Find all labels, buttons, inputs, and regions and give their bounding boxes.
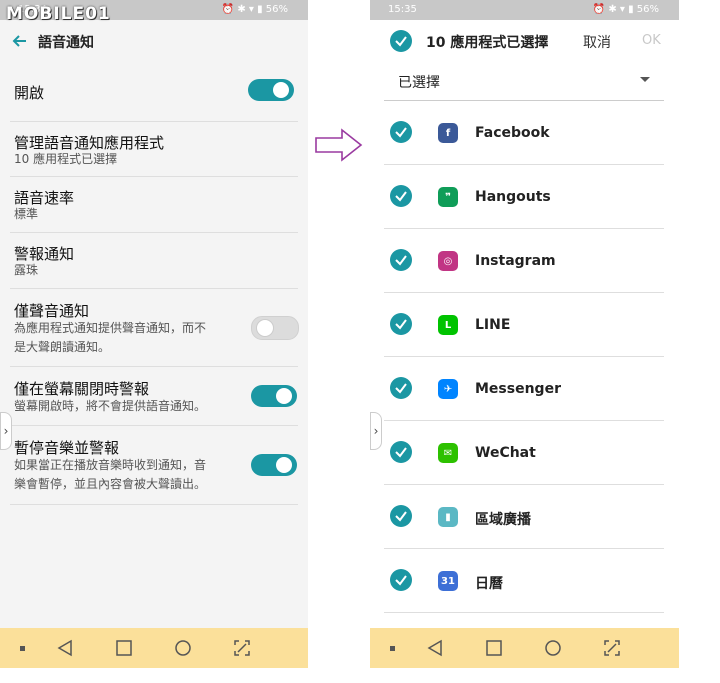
- instagram-icon: ◎: [438, 251, 458, 271]
- battery-level: 56%: [265, 4, 288, 15]
- back-arrow-icon[interactable]: [10, 31, 30, 51]
- back-icon[interactable]: [417, 628, 453, 668]
- filter-dropdown[interactable]: 已選擇: [384, 68, 664, 101]
- enable-label: 開啟: [14, 84, 45, 102]
- app-row[interactable]: ▮ 區域廣播: [384, 485, 664, 549]
- screenshot-icon[interactable]: [594, 628, 630, 668]
- enable-toggle[interactable]: [248, 79, 294, 101]
- app-name: LINE: [475, 317, 511, 333]
- app-name: Hangouts: [475, 189, 551, 205]
- manage-apps-summary: 10 應用程式已選擇: [14, 152, 118, 166]
- right-screen: 15:35 ⏰ ✱ ▾ ▮ 56% 10 應用程式已選擇 取消 OK 已選擇 f…: [370, 0, 679, 668]
- sound-only-desc-line2: 是大聲朗讀通知。: [14, 340, 111, 354]
- app-name: Facebook: [475, 125, 550, 141]
- dot-icon[interactable]: [4, 628, 40, 668]
- app-checkbox[interactable]: [390, 313, 412, 335]
- status-icons: ⏰ ✱ ▾ ▮ 56%: [221, 4, 288, 15]
- app-name: 日曆: [475, 576, 503, 592]
- app-row[interactable]: ✉ WeChat: [384, 421, 664, 485]
- battery-level: 56%: [636, 4, 659, 15]
- page-title: 語音通知: [38, 35, 94, 51]
- app-row[interactable]: 31 日曆: [384, 549, 664, 613]
- divider: [10, 176, 298, 177]
- messenger-icon: ✈: [438, 379, 458, 399]
- app-row[interactable]: ✈ Messenger: [384, 357, 664, 421]
- pause-music-label: 暫停音樂並警報: [14, 439, 120, 457]
- divider: [10, 288, 298, 289]
- watermark-logo: MOBILE01: [6, 4, 111, 24]
- app-checkbox[interactable]: [390, 569, 412, 591]
- edge-panel-handle[interactable]: ›: [0, 412, 12, 450]
- sound-only-toggle[interactable]: [251, 316, 299, 340]
- app-checkbox[interactable]: [390, 377, 412, 399]
- divider: [10, 232, 298, 233]
- cancel-button[interactable]: 取消: [583, 32, 611, 52]
- edge-panel-handle[interactable]: ›: [370, 412, 382, 450]
- dropdown-arrow-icon: [640, 77, 650, 82]
- status-bar: 15:35 ⏰ ✱ ▾ ▮ 56%: [370, 0, 679, 20]
- cell-broadcast-icon: ▮: [438, 507, 458, 527]
- select-all-checkbox[interactable]: [390, 30, 412, 52]
- pause-music-desc-line2: 樂會暫停，並且內容會被大聲讀出。: [14, 477, 207, 491]
- dot-icon[interactable]: [374, 628, 410, 668]
- recent-apps-icon[interactable]: [476, 628, 512, 668]
- divider: [10, 366, 298, 367]
- divider: [10, 425, 298, 426]
- pause-music-toggle[interactable]: [251, 454, 297, 476]
- app-row[interactable]: L LINE: [384, 293, 664, 357]
- recent-apps-icon[interactable]: [106, 628, 142, 668]
- app-row[interactable]: ◎ Instagram: [384, 229, 664, 293]
- selection-count-title: 10 應用程式已選擇: [426, 35, 549, 51]
- calendar-icon: 31: [438, 571, 458, 591]
- sound-only-desc-line1: 為應用程式通知提供聲音通知，而不: [14, 321, 207, 335]
- line-icon: L: [438, 315, 458, 335]
- facebook-icon: f: [438, 123, 458, 143]
- status-icons: ⏰ ✱ ▾ ▮ 56%: [592, 4, 659, 15]
- wechat-icon: ✉: [438, 443, 458, 463]
- app-checkbox[interactable]: [390, 249, 412, 271]
- screenshot-icon[interactable]: [224, 628, 260, 668]
- alert-notification-value: 露珠: [14, 263, 39, 277]
- app-name: Messenger: [475, 381, 561, 397]
- app-name: WeChat: [475, 445, 536, 461]
- sound-only-label: 僅聲音通知: [14, 302, 90, 320]
- nav-bar: [0, 628, 308, 668]
- filter-selected-value: 已選擇: [398, 75, 440, 91]
- screen-off-only-label: 僅在螢幕關閉時警報: [14, 380, 150, 398]
- divider: [10, 504, 298, 505]
- divider: [384, 612, 664, 613]
- home-icon[interactable]: [535, 628, 571, 668]
- status-time: 15:35: [388, 4, 417, 15]
- screen-off-only-toggle[interactable]: [251, 385, 297, 407]
- app-checkbox[interactable]: [390, 121, 412, 143]
- back-icon[interactable]: [47, 628, 83, 668]
- app-row[interactable]: f Facebook: [384, 101, 664, 165]
- screen-off-only-desc: 螢幕開啟時，將不會提供語音通知。: [14, 399, 207, 413]
- left-screen: 15:34 ⏰ ✱ ▾ ▮ 56% MOBILE01 語音通知 開啟 管理語音通…: [0, 0, 308, 668]
- home-icon[interactable]: [165, 628, 201, 668]
- app-checkbox[interactable]: [390, 505, 412, 527]
- app-checkbox[interactable]: [390, 185, 412, 207]
- app-name: Instagram: [475, 253, 556, 269]
- app-row[interactable]: ❞ Hangouts: [384, 165, 664, 229]
- arrow-icon: [314, 128, 364, 162]
- app-name: 區域廣播: [475, 512, 531, 528]
- nav-bar: [370, 628, 679, 668]
- divider: [10, 121, 298, 122]
- hangouts-icon: ❞: [438, 187, 458, 207]
- app-checkbox[interactable]: [390, 441, 412, 463]
- ok-button[interactable]: OK: [642, 33, 661, 48]
- speech-rate-value: 標準: [14, 207, 39, 221]
- pause-music-desc-line1: 如果當正在播放音樂時收到通知，音: [14, 458, 207, 472]
